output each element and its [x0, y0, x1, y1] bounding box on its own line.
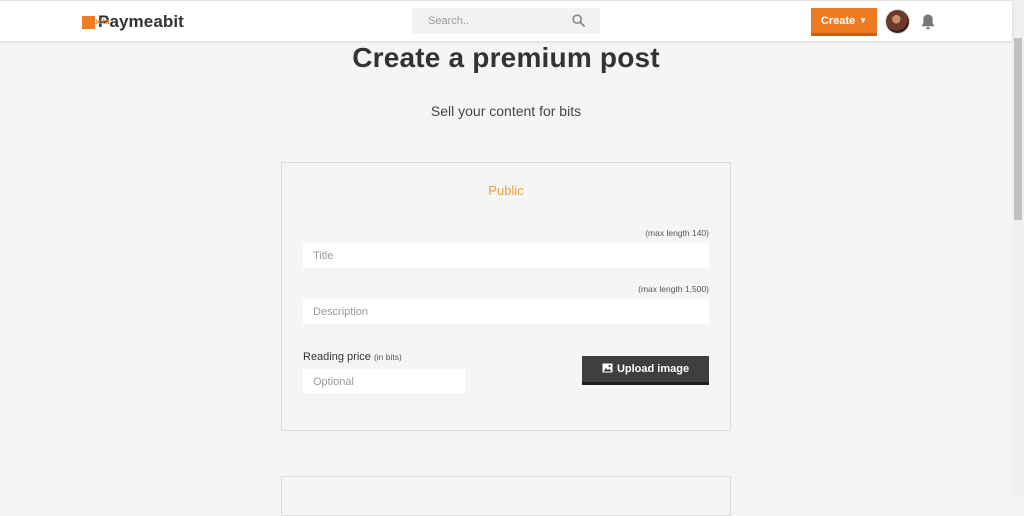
beta-badge: beta: [93, 17, 110, 26]
title-length-hint: (max length 140): [645, 228, 709, 238]
scrollbar-thumb[interactable]: [1014, 38, 1022, 220]
reading-price-label: Reading price (in bits): [303, 351, 402, 363]
reading-price-unit: (in bits): [373, 352, 402, 362]
image-icon: [602, 363, 613, 376]
search-icon[interactable]: [572, 14, 586, 28]
title-input[interactable]: [303, 243, 709, 268]
upload-image-button[interactable]: Upload image: [582, 356, 709, 385]
description-length-hint: (max length 1,500): [638, 284, 709, 294]
chevron-down-icon: ▼: [859, 16, 868, 25]
public-section-card: Public (max length 140) (max length 1,50…: [281, 162, 731, 431]
description-input[interactable]: [303, 299, 709, 324]
avatar[interactable]: [885, 9, 910, 34]
search-input[interactable]: [426, 14, 572, 28]
logo-text: Paymeabit: [98, 12, 184, 31]
bell-icon[interactable]: [920, 13, 936, 31]
create-button[interactable]: Create ▼: [811, 8, 877, 36]
create-button-label: Create: [820, 14, 856, 27]
search-bar: [412, 8, 600, 34]
reading-price-input[interactable]: [303, 369, 465, 394]
page-scrollbar[interactable]: [1012, 0, 1024, 497]
top-navbar: Paymeabit beta Create ▼: [0, 0, 1012, 41]
next-section-card: [281, 476, 731, 516]
reading-price-text: Reading price: [303, 351, 371, 363]
page-subtitle: Sell your content for bits: [430, 103, 582, 119]
page-title: Create a premium post: [352, 42, 660, 73]
section-heading: Public: [488, 183, 524, 198]
upload-image-label: Upload image: [616, 363, 690, 375]
